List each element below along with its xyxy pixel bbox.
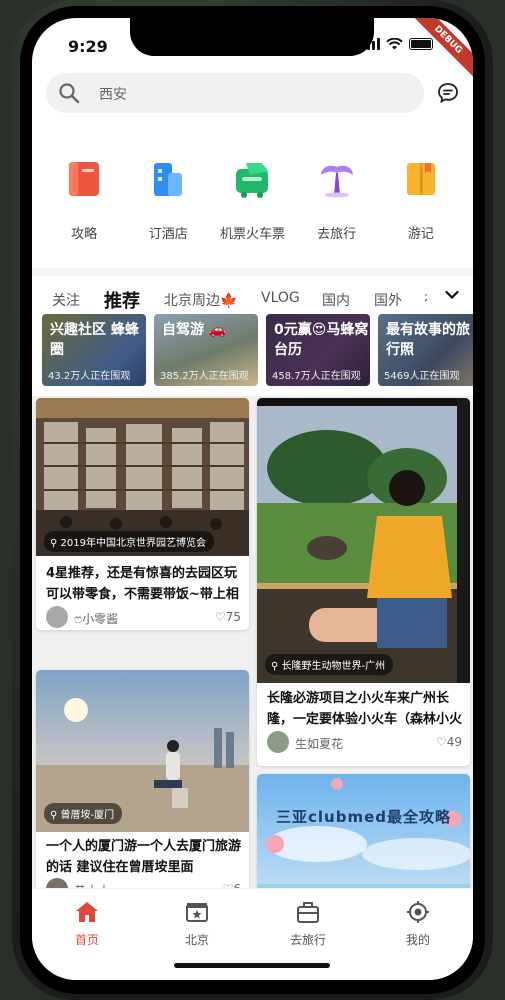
avatar[interactable] [46,606,68,628]
post-card[interactable]: 三亚clubmed最全攻略 [257,774,470,891]
nav-label: 首页 [74,933,99,947]
profile-location-icon [407,901,429,923]
post-title: 一个人的厦门游一个人去厦门旅游的话 建议住在曾厝垵里面 [46,839,241,875]
city-icon [186,903,208,922]
topic-viewers: 458.7万人正在围观 [272,371,361,382]
category-notes[interactable]: 游记 [381,148,461,248]
post-card[interactable]: ⚲ 2019年中国北京世界园艺博览会 4星推荐，还是有惊喜的去园区玩可以带零食，… [36,398,249,630]
palm-tree-icon [320,165,353,198]
topic-viewers: 43.2万人正在围观 [48,371,131,382]
post-title: 长隆必游项目之小火车来广州长隆，一定要体验小火车（森林小火车） [267,691,462,727]
location-pin-icon: ⚲ [50,538,61,549]
status-time: 9:29 [68,37,108,56]
tab-follow[interactable]: 关注 [52,290,80,310]
topic-card[interactable]: 兴趣社区 蜂蜂圈 43.2万人正在围观 [42,314,146,386]
nav-label: 我的 [405,933,430,947]
author-name[interactable]: ෆ小零酱 [74,610,118,627]
nav-city[interactable]: 北京 [152,899,242,948]
topic-viewers: 5469人正在围观 [384,371,460,382]
heart-icon: ♡ [214,610,226,624]
post-footer: 生如夏花 ♡49 [267,731,462,753]
post-card[interactable]: ⚲ 曾厝垵-厦门 一个人的厦门游一个人去厦门旅游的话 建议住在曾厝垵里面 黄大大… [36,670,249,891]
topic-viewers: 385.2万人正在围观 [160,371,249,382]
nav-label: 去旅行 [289,933,326,947]
category-label: 订酒店 [148,227,188,242]
post-feed: ⚲ 2019年中国北京世界园艺博览会 4星推荐，还是有惊喜的去园区玩可以带零食，… [32,396,473,891]
location-name: 长隆野生动物世界-广州 [281,661,386,672]
category-label: 机票火车票 [219,227,285,242]
home-icon [76,902,98,922]
category-label: 游记 [407,227,434,242]
plane-train-icon [236,163,269,198]
app-screen: DEBUG 9:29 西安 攻略 订酒店 机票火车票 去旅行 游记 关注 推荐 … [32,18,473,980]
topic-title: 0元赢😍马蜂窝台历 [274,322,369,358]
post-footer: ෆ小零酱 ♡75 [46,606,241,628]
nav-home[interactable]: 首页 [42,899,132,948]
post-image [257,774,470,891]
location-name: 曾厝垵-厦门 [60,810,115,821]
suitcase-icon [297,902,319,923]
author-name[interactable]: 生如夏花 [295,735,343,752]
home-indicator [174,963,330,968]
search-row: 西安 [46,73,464,115]
category-label: 去旅行 [317,227,357,242]
post-image [257,398,470,683]
nav-trip[interactable]: 去旅行 [263,899,353,948]
tab-domestic[interactable]: 国内 [322,290,350,310]
topic-title: 自驾游 🚗 [162,322,227,338]
search-input[interactable]: 西安 [46,73,424,113]
guide-book-icon [69,162,100,196]
likes-value: 49 [446,735,462,749]
wifi-icon [386,38,403,50]
nav-label: 北京 [184,933,209,947]
avatar[interactable] [267,731,289,753]
chevron-down-icon[interactable] [445,290,459,300]
topic-title: 最有故事的旅行照 [386,322,470,358]
tab-vlog[interactable]: VLOG [261,290,300,306]
location-name: 2019年中国北京世界园艺博览会 [60,538,206,549]
category-label: 攻略 [71,227,98,242]
category-grid: 攻略 订酒店 机票火车票 去旅行 游记 [32,148,473,248]
heart-icon: ♡ [435,735,447,749]
tab-abroad[interactable]: 国外 [374,290,402,310]
category-hotel[interactable]: 订酒店 [128,148,208,248]
category-guide[interactable]: 攻略 [44,148,124,248]
topic-card[interactable]: 自驾游 🚗 385.2万人正在围观 [154,314,258,386]
post-title: 4星推荐，还是有惊喜的去园区玩可以带零食，不需要带饭~带上相机 [46,566,239,602]
hotel-icon [154,163,183,196]
location-badge: ⚲ 曾厝垵-厦门 [44,803,123,824]
location-badge: ⚲ 2019年中国北京世界园艺博览会 [44,531,214,552]
post-overlay-title: 三亚clubmed最全攻略 [276,808,451,826]
tab-more[interactable]: 有 [424,290,427,310]
like-count[interactable]: ♡49 [436,735,462,749]
topic-title: 兴趣社区 蜂蜂圈 [50,322,139,358]
search-icon [59,83,80,104]
tab-recommend[interactable]: 推荐 [104,287,140,313]
likes-value: 75 [225,610,241,624]
topic-card[interactable]: 0元赢😍马蜂窝台历 458.7万人正在围观 [266,314,370,386]
nav-profile[interactable]: 我的 [373,899,463,948]
feed-tabs: 关注 推荐 北京周边🍁 VLOG 国内 国外 有 [32,268,473,312]
tab-beijing-nearby[interactable]: 北京周边🍁 [164,290,237,310]
like-count[interactable]: ♡75 [215,610,241,624]
topic-card[interactable]: 最有故事的旅行照 5469人正在围观 [378,314,473,386]
category-trip[interactable]: 去旅行 [297,148,377,248]
location-badge: ⚲ 长隆野生动物世界-广州 [265,654,394,675]
message-icon[interactable] [436,81,460,105]
post-card[interactable]: ⚲ 长隆野生动物世界-广州 长隆必游项目之小火车来广州长隆，一定要体验小火车（森… [257,398,470,766]
notch [130,18,374,56]
topic-carousel: 兴趣社区 蜂蜂圈 43.2万人正在围观 自驾游 🚗 385.2万人正在围观 0元… [40,314,473,388]
search-query: 西安 [99,87,127,103]
location-pin-icon: ⚲ [50,810,61,821]
category-tickets[interactable]: 机票火车票 [212,148,292,248]
travel-notes-icon [406,163,435,195]
tab-strip: 关注 推荐 北京周边🍁 VLOG 国内 国外 有 [32,284,427,314]
location-pin-icon: ⚲ [271,661,282,672]
battery-icon [409,38,433,50]
